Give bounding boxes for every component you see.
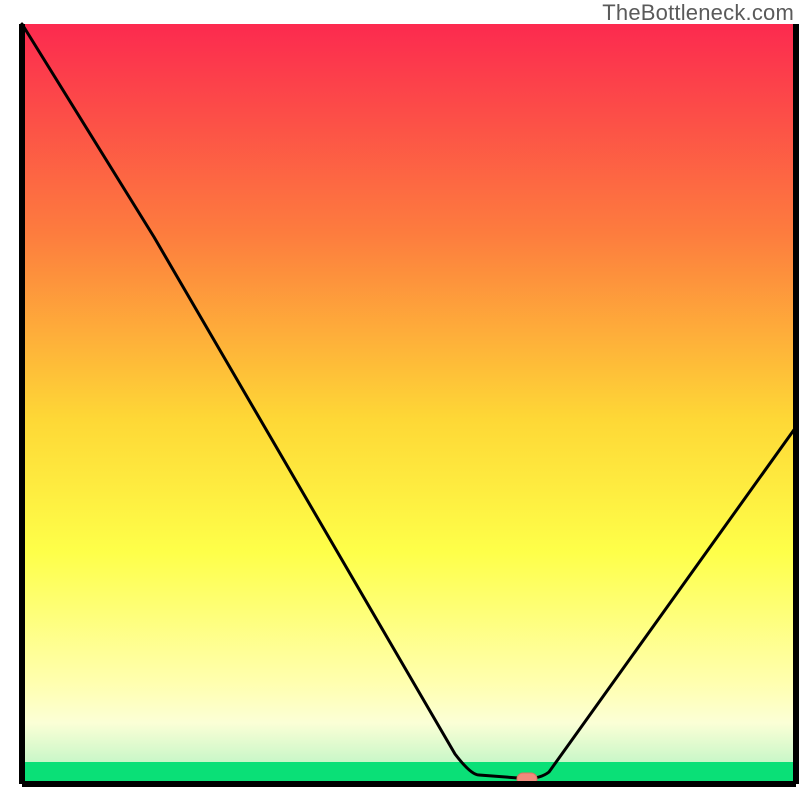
bottleneck-chart: TheBottleneck.com xyxy=(0,0,800,800)
light-band xyxy=(22,684,796,762)
attribution-label: TheBottleneck.com xyxy=(602,0,794,26)
green-band xyxy=(22,762,796,784)
heat-gradient-body xyxy=(22,24,796,684)
chart-svg xyxy=(0,0,800,800)
